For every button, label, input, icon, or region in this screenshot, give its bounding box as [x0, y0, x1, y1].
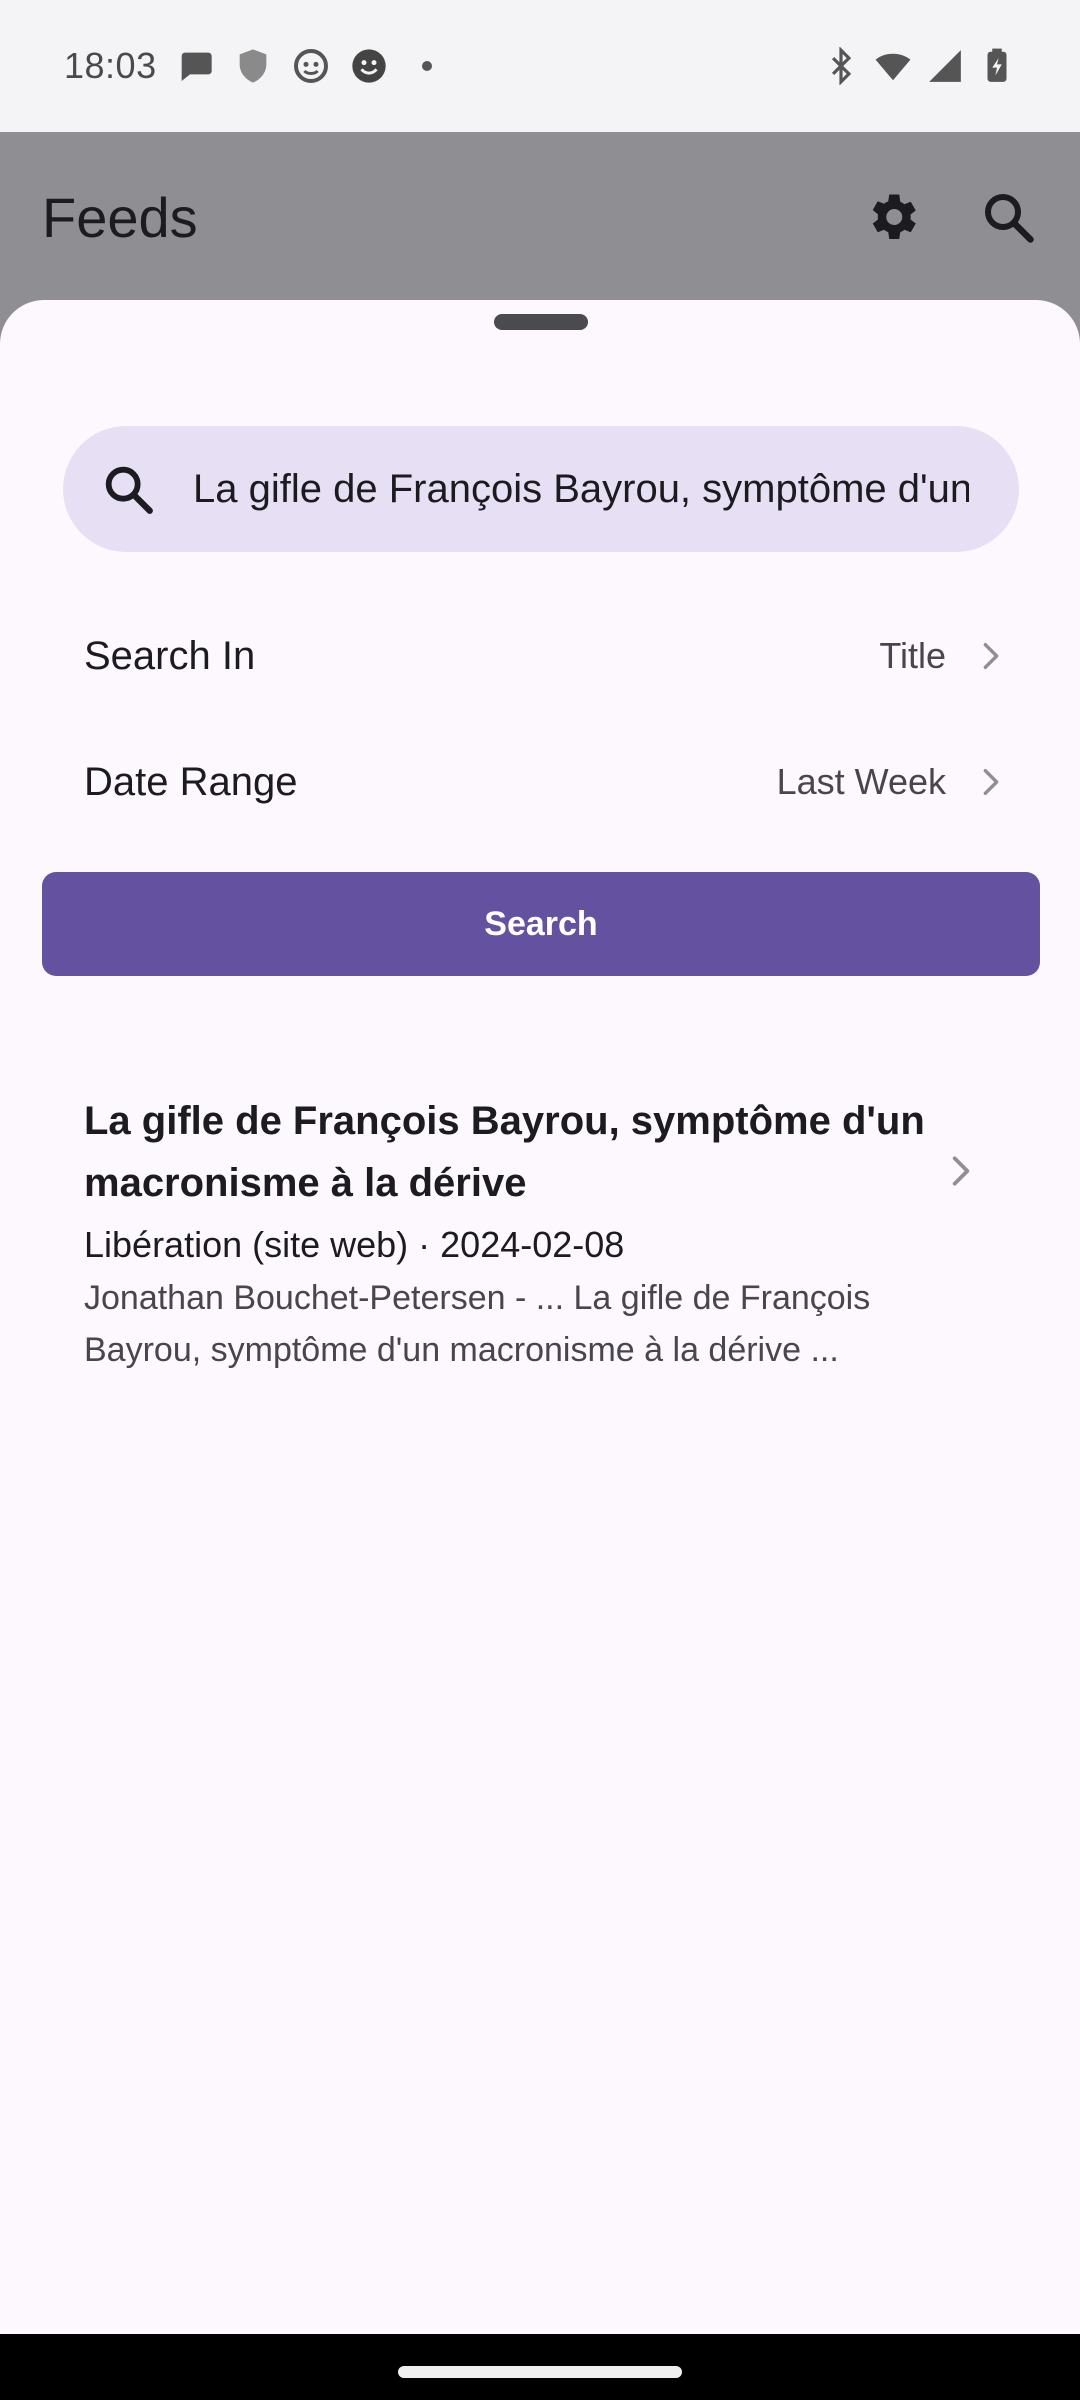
smiley-app-icon [351, 49, 386, 83]
status-bar: 18:03 [0, 0, 1080, 132]
signal-icon [929, 50, 961, 82]
option-label: Search In [84, 633, 256, 678]
more-dot-icon [421, 61, 432, 71]
date-range-option[interactable]: Date Range Last Week [0, 719, 1080, 845]
app-bar: Feeds [0, 132, 1080, 302]
result-title: La gifle de François Bayrou, symptôme d'… [84, 1099, 925, 1205]
search-icon[interactable] [978, 187, 1038, 247]
search-result-item[interactable]: La gifle de François Bayrou, symptôme d'… [0, 1090, 1080, 1390]
search-in-option[interactable]: Search In Title [0, 593, 1080, 719]
system-icons [822, 47, 1016, 85]
drag-handle[interactable] [494, 314, 588, 330]
search-input[interactable] [193, 466, 969, 512]
wifi-icon [875, 53, 911, 81]
chevron-right-icon [983, 768, 999, 796]
settings-icon[interactable] [862, 187, 922, 247]
face-app-icon [293, 49, 328, 83]
shield-app-icon [239, 49, 266, 83]
search-bottom-sheet: Search In Title Date Range Last Week Sea… [0, 300, 1080, 2334]
option-value: Last Week [776, 761, 946, 802]
result-meta: Libération (site web) · 2024-02-08 [84, 1224, 625, 1265]
page-title: Feeds [42, 185, 198, 249]
screen: 18:03 Feeds La gifle de François Bayrou,… [0, 0, 1080, 2400]
navigation-bar [0, 2334, 1080, 2400]
search-bar[interactable] [63, 426, 1019, 552]
search-icon [105, 466, 153, 514]
option-label: Date Range [84, 759, 298, 804]
battery-charging-icon [987, 48, 1007, 82]
app-bar-actions [862, 187, 1038, 247]
chevron-right-icon [983, 642, 999, 670]
result-snippet: Jonathan Bouchet-Petersen - ... La gifle… [84, 1279, 871, 1369]
option-value: Title [879, 635, 946, 676]
notification-icons [175, 46, 447, 86]
bluetooth-icon [831, 47, 852, 85]
home-indicator[interactable] [398, 2366, 682, 2378]
chevron-right-icon [952, 1156, 970, 1186]
search-button[interactable]: Search [42, 872, 1040, 976]
status-time: 18:03 [64, 45, 157, 86]
chat-bubble-icon [181, 52, 212, 81]
